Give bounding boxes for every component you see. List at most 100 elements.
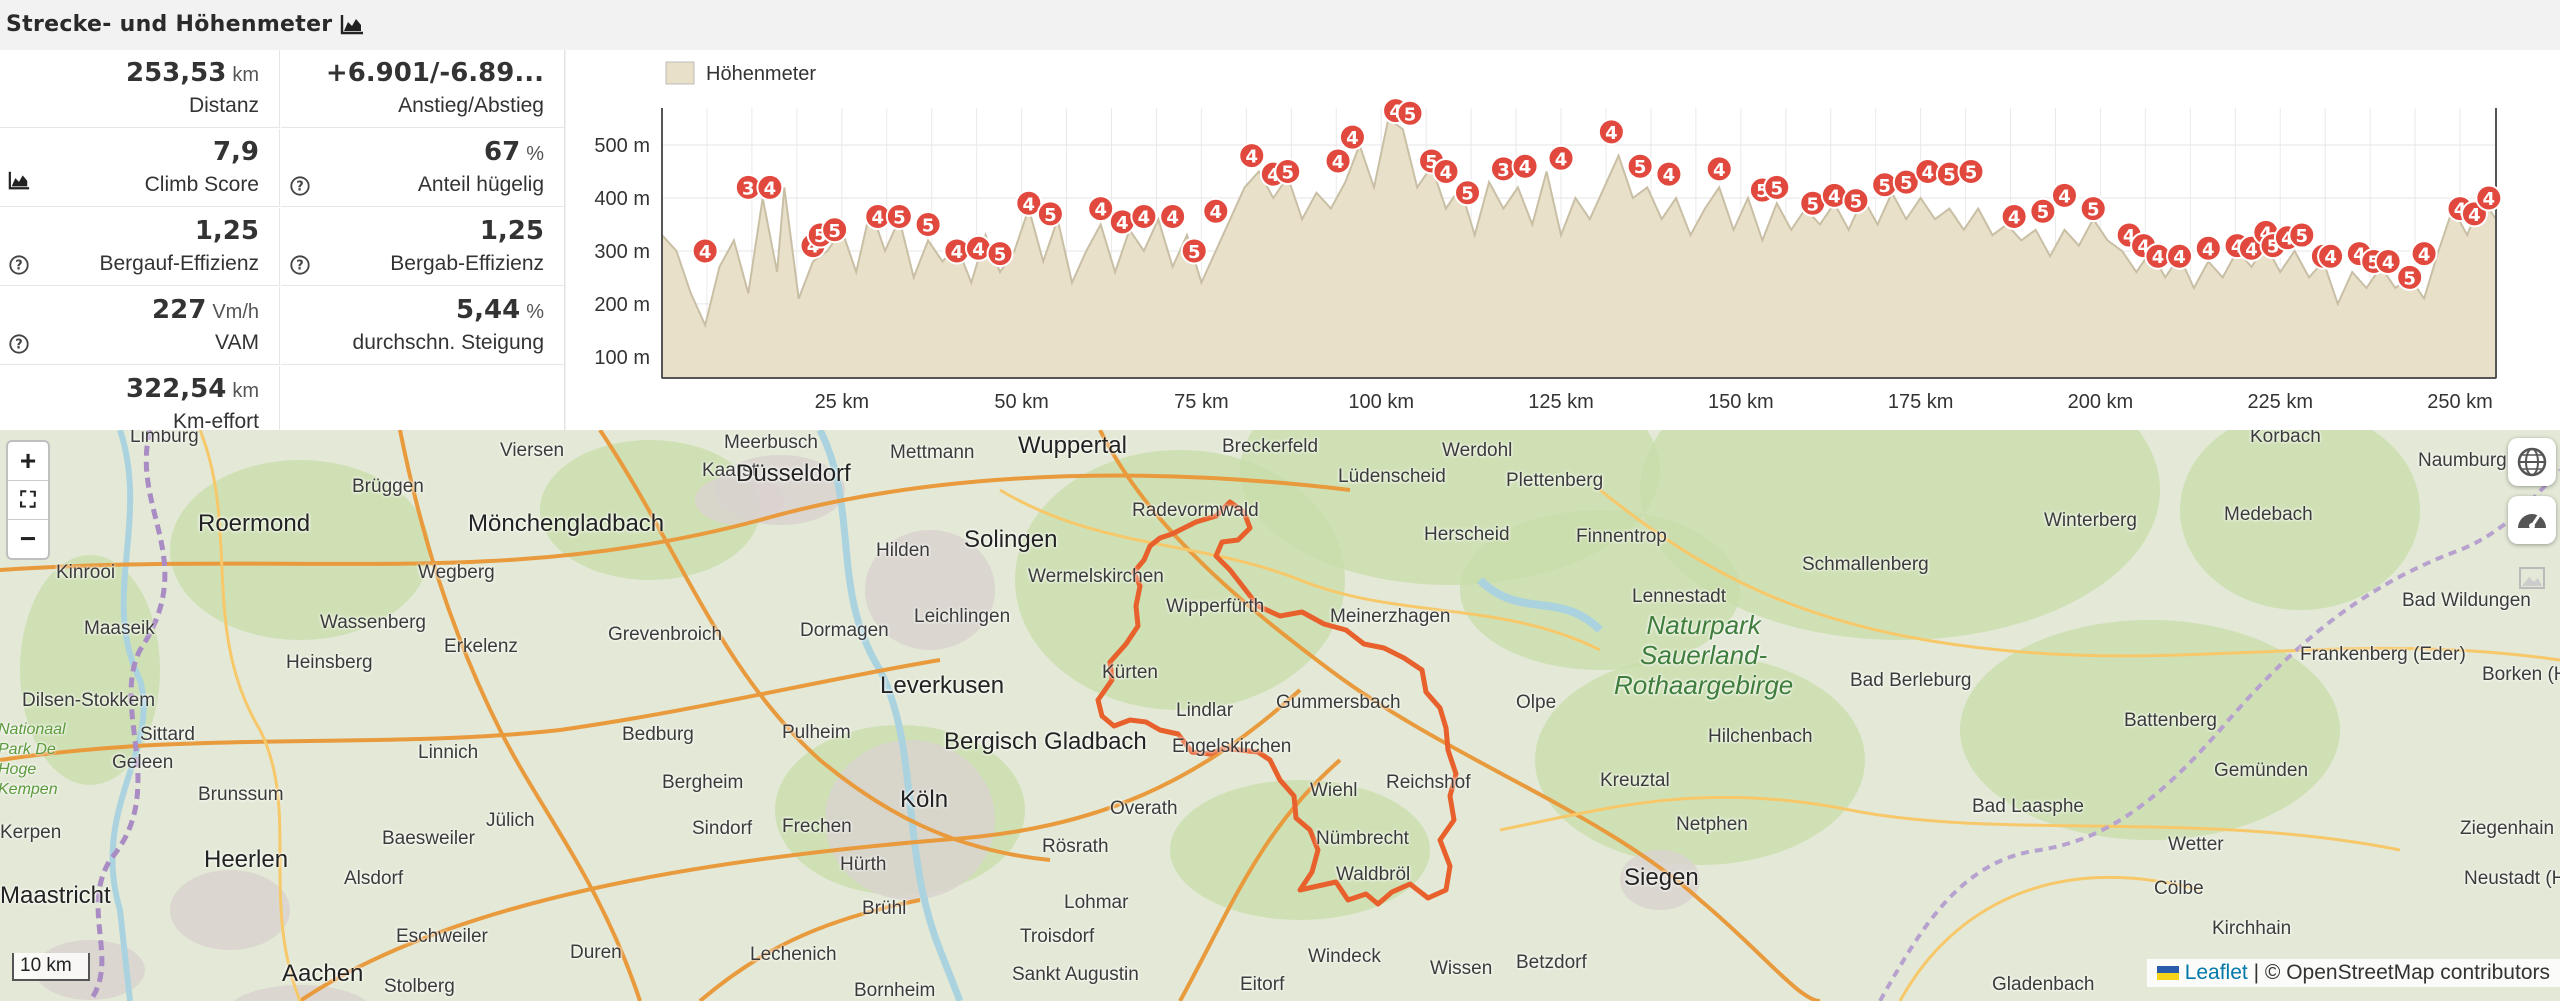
gradient-overlay-button[interactable] bbox=[2508, 496, 2556, 544]
climb-category-marker[interactable]: 4 bbox=[1432, 158, 1460, 186]
urban-area bbox=[170, 870, 290, 950]
stat-distanz: 253,53 km Distanz bbox=[0, 50, 280, 128]
map-place-label: Maaseik bbox=[84, 618, 155, 639]
climb-category-marker[interactable]: 4 bbox=[1597, 118, 1625, 146]
climb-category-marker[interactable]: 5 bbox=[1763, 173, 1791, 201]
map-place-label: Waldbröl bbox=[1336, 864, 1411, 885]
climb-category-marker[interactable]: 5 bbox=[2029, 197, 2057, 225]
map-place-label: Erkelenz bbox=[444, 636, 518, 657]
climb-category-marker[interactable]: 4 bbox=[1087, 195, 1115, 223]
marker-label: 4 bbox=[2483, 189, 2496, 210]
y-tick-label: 100 m bbox=[594, 347, 650, 369]
climb-category-marker[interactable]: 4 bbox=[2410, 240, 2438, 268]
map-place-label: Alsdorf bbox=[344, 868, 404, 889]
stat-bergab-effizienz: 1,25 Bergab-Effizienz? bbox=[281, 208, 564, 286]
map-place-label: Düsseldorf bbox=[736, 460, 851, 487]
marker-label: 4 bbox=[951, 242, 964, 263]
marker-label: 5 bbox=[893, 208, 906, 229]
climb-category-marker[interactable]: 4 bbox=[2166, 242, 2194, 270]
chart-legend[interactable]: Höhenmeter bbox=[665, 61, 816, 85]
marker-label: 4 bbox=[1555, 149, 1568, 170]
zoom-out-button[interactable]: − bbox=[8, 520, 48, 558]
marker-label: 4 bbox=[1663, 165, 1676, 186]
map-place-label: Wetter bbox=[2168, 834, 2224, 855]
map-place-label: Netphen bbox=[1676, 814, 1748, 835]
stat-number: 227 bbox=[152, 295, 207, 325]
fullscreen-button[interactable]: ⛶ bbox=[8, 481, 48, 520]
map-place-label: Werdohl bbox=[1442, 440, 1513, 461]
climb-category-marker[interactable]: 5 bbox=[1842, 187, 1870, 215]
climb-category-marker[interactable]: 4 bbox=[1238, 142, 1266, 170]
marker-label: 5 bbox=[2087, 200, 2100, 221]
climb-category-marker[interactable]: 4 bbox=[2194, 234, 2222, 262]
marker-label: 5 bbox=[1943, 165, 1956, 186]
map-place-label: Sindorf bbox=[692, 818, 753, 839]
climb-category-marker[interactable]: 4 bbox=[1511, 152, 1539, 180]
x-tick-label: 175 km bbox=[1888, 391, 1954, 413]
marker-label: 4 bbox=[764, 178, 777, 199]
climb-category-marker[interactable]: 4 bbox=[2317, 242, 2345, 270]
map-place-label: Duren bbox=[570, 942, 622, 963]
layer-switch-button[interactable] bbox=[2508, 438, 2556, 486]
route-map[interactable]: Limburg Viersen Meerbusch Mettmann Wuppertal… bbox=[0, 430, 2560, 1001]
climb-category-marker[interactable]: 4 bbox=[2374, 248, 2402, 276]
marker-label: 5 bbox=[1850, 192, 1863, 213]
climb-category-marker[interactable]: 5 bbox=[1626, 152, 1654, 180]
map-place-label: Köln bbox=[900, 786, 949, 813]
stat-value: 227 Vm/h bbox=[152, 295, 259, 325]
map-place-label: Wiehl bbox=[1310, 780, 1358, 801]
map-place-label: Nümbrecht bbox=[1316, 828, 1409, 849]
map-place-label: Brunssum bbox=[198, 784, 284, 805]
climb-category-marker[interactable]: 4 bbox=[1547, 144, 1575, 172]
climb-category-marker[interactable]: 5 bbox=[2396, 263, 2424, 291]
elevation-chart-svg: Höhenmeter 100 m 200 m 300 m 400 m 500 m 25 km… bbox=[594, 61, 2503, 413]
climb-category-marker[interactable]: 4 bbox=[2050, 181, 2078, 209]
stat-value: 7,9 bbox=[213, 137, 259, 167]
climb-category-marker[interactable]: 4 bbox=[756, 173, 784, 201]
climb-category-marker[interactable]: 4 bbox=[2475, 184, 2503, 212]
climb-category-marker[interactable]: 5 bbox=[914, 210, 942, 238]
map-place-label: Ziegenhain bbox=[2460, 818, 2555, 839]
climb-category-marker[interactable]: 4 bbox=[1705, 155, 1733, 183]
help-icon[interactable]: ? bbox=[8, 254, 30, 276]
leaflet-link[interactable]: Leaflet bbox=[2185, 961, 2248, 984]
climb-category-marker[interactable]: 5 bbox=[1396, 99, 1424, 127]
climb-category-marker[interactable]: 5 bbox=[2079, 195, 2107, 223]
climb-category-marker[interactable]: 5 bbox=[2288, 221, 2316, 249]
map-place-label: Lechenich bbox=[750, 944, 837, 965]
climb-category-marker[interactable]: 5 bbox=[821, 216, 849, 244]
map-place-label: Eitorf bbox=[1240, 974, 1285, 995]
climb-category-marker[interactable]: 4 bbox=[691, 237, 719, 265]
climb-category-marker[interactable]: 5 bbox=[885, 203, 913, 231]
climb-category-marker[interactable]: 5 bbox=[1036, 200, 1064, 228]
elevation-chart: Höhenmeter 100 m 200 m 300 m 400 m 500 m 25 km… bbox=[566, 50, 2560, 430]
climb-category-marker[interactable]: 4 bbox=[1324, 147, 1352, 175]
map-image-button[interactable] bbox=[2508, 554, 2556, 602]
map-place-label: Bergheim bbox=[662, 772, 744, 793]
map-place-label: Wuppertal bbox=[1018, 432, 1127, 459]
help-icon[interactable]: ? bbox=[289, 254, 311, 276]
climb-category-marker[interactable]: 5 bbox=[1180, 237, 1208, 265]
climb-category-marker[interactable]: 5 bbox=[1454, 179, 1482, 207]
climb-category-marker[interactable]: 4 bbox=[1202, 197, 1230, 225]
zoom-in-button[interactable]: + bbox=[8, 442, 48, 481]
marker-label: 4 bbox=[1094, 200, 1107, 221]
climb-category-marker[interactable]: 4 bbox=[1159, 203, 1187, 231]
climb-category-marker[interactable]: 4 bbox=[1338, 123, 1366, 151]
climb-category-marker[interactable]: 5 bbox=[1274, 158, 1302, 186]
map-place-label: Viersen bbox=[500, 440, 565, 461]
climb-category-marker[interactable]: 4 bbox=[2000, 203, 2028, 231]
help-icon[interactable]: ? bbox=[8, 333, 30, 355]
help-icon[interactable]: ? bbox=[289, 175, 311, 197]
x-tick-label: 50 km bbox=[994, 391, 1048, 413]
climb-category-marker[interactable]: 5 bbox=[1957, 158, 1985, 186]
stat-label: VAM bbox=[215, 331, 259, 354]
map-place-label: Kinrooi bbox=[56, 562, 116, 583]
stat-value: 67% bbox=[484, 137, 544, 167]
climb-category-marker[interactable]: 4 bbox=[1655, 160, 1683, 188]
map-place-label: Neustadt (Hessen) bbox=[2464, 868, 2560, 889]
map-place-label: Olpe bbox=[1516, 692, 1557, 713]
climb-category-marker[interactable]: 4 bbox=[1130, 203, 1158, 231]
marker-label: 4 bbox=[2152, 247, 2165, 268]
climb-category-marker[interactable]: 5 bbox=[986, 240, 1014, 268]
